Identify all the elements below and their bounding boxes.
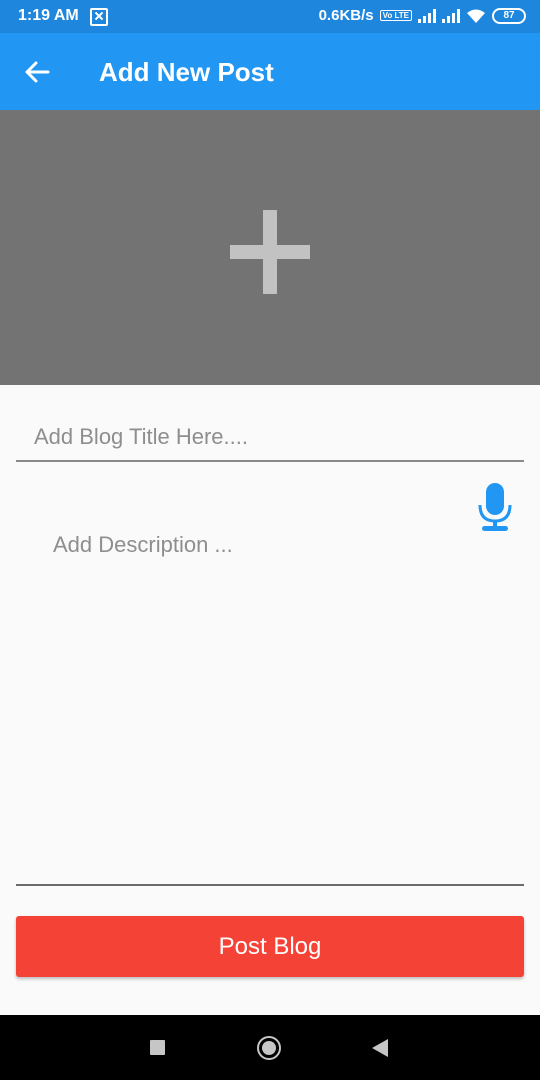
back-icon[interactable]: [372, 1039, 388, 1057]
page-title: Add New Post: [99, 57, 274, 87]
plus-icon: [230, 210, 310, 294]
recent-apps-icon[interactable]: [150, 1040, 165, 1055]
battery-icon: 87: [492, 7, 526, 24]
back-button[interactable]: [14, 49, 62, 95]
system-nav-bar: [0, 1015, 540, 1080]
volte-badge: Vo LTE: [379, 10, 412, 21]
image-picker[interactable]: [0, 110, 540, 385]
arrow-back-icon: [25, 61, 50, 83]
description-input[interactable]: Add Description ...: [16, 470, 524, 886]
post-blog-button[interactable]: Post Blog: [16, 916, 524, 977]
wifi-icon: [466, 8, 486, 24]
description-placeholder: Add Description ...: [53, 532, 233, 557]
blog-title-input[interactable]: Add Blog Title Here....: [16, 410, 524, 462]
title-placeholder: Add Blog Title Here....: [34, 424, 248, 449]
home-icon[interactable]: [257, 1036, 281, 1060]
app-bar: Add New Post: [0, 33, 540, 110]
status-indicators: 0.6KB/s Vo LTE 87: [319, 7, 526, 24]
signal-icon: [442, 8, 460, 23]
signal-icon: [418, 8, 436, 23]
notification-icon: [90, 8, 108, 26]
status-bar: 1:19 AM 0.6KB/s Vo LTE 87: [0, 0, 540, 33]
network-speed: 0.6KB/s: [318, 7, 374, 24]
microphone-icon[interactable]: [478, 483, 512, 533]
status-time: 1:19 AM: [18, 7, 79, 24]
